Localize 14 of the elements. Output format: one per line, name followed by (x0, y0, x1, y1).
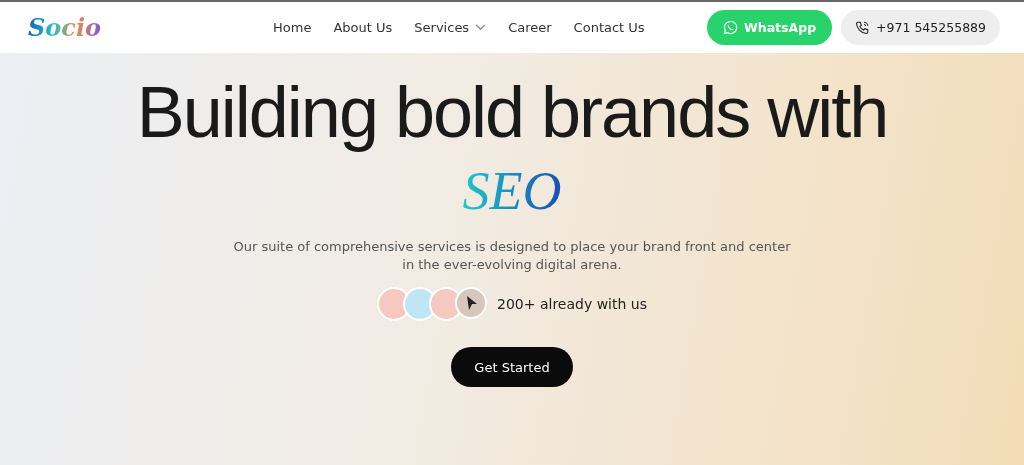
nav-link[interactable]: About Us (333, 20, 393, 35)
hero-description: Our suite of comprehensive services is designed to place your brand front and center in the ever-evolving digital arena. (232, 238, 792, 274)
chat-bubble-icon (723, 20, 738, 35)
nav-link[interactable]: Career (508, 20, 552, 35)
phone-button[interactable]: +971 545255889 (841, 10, 1000, 45)
social-proof-text: 200+ already with us (497, 296, 647, 313)
phone-icon (855, 20, 871, 35)
nav-link[interactable]: Services (414, 20, 487, 35)
get-started-button[interactable]: Get Started (451, 347, 573, 388)
play-icon[interactable] (455, 287, 487, 320)
nav-link[interactable]: Home (273, 20, 312, 35)
chevron-down-icon (475, 24, 487, 31)
hero-title: Building bold brands with (136, 73, 888, 153)
nav-link[interactable]: Contact Us (573, 20, 645, 35)
